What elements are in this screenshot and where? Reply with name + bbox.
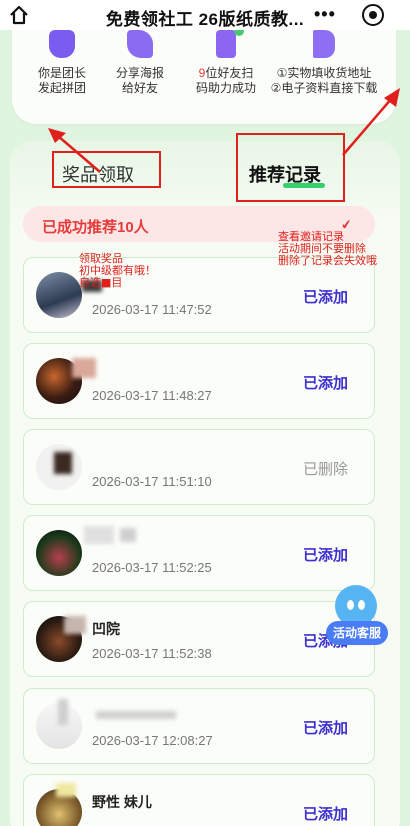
record-name: 凹院	[92, 621, 120, 637]
avatar	[36, 530, 82, 576]
record-item: 2026-03-17 11:52:25 已添加	[23, 515, 375, 591]
record-item: 野性 妹儿 已添加	[23, 774, 375, 826]
record-time: 2026-03-17 11:52:38	[92, 646, 212, 661]
avatar	[36, 272, 82, 318]
flag-icon	[313, 30, 335, 58]
customer-service-button[interactable]: 活动客服	[326, 585, 388, 647]
step-4: ①实物填收货地址 ②电子资料直接下载	[264, 22, 384, 96]
step-3-line2: 码助力成功	[195, 81, 256, 95]
record-item: 2026-03-17 11:47:52 已添加	[23, 257, 375, 333]
step-4-line1: ①实物填收货地址	[276, 66, 372, 80]
record-status: 已添加	[302, 289, 348, 306]
record-time: 2026-03-17 11:48:27	[92, 388, 212, 403]
annotation-note-right: 查看邀请记录 活动期间不要删除 删除了记录会失效哦	[278, 230, 377, 267]
record-item: 2026-03-17 11:51:10 已删除	[23, 429, 375, 505]
record-time: 2026-03-17 11:52:25	[92, 560, 212, 575]
annotation-note-left: 领取奖品 初中级都有哦！ 自选■目	[79, 252, 156, 289]
record-status: 已添加	[302, 547, 348, 564]
record-status: 已添加	[302, 806, 348, 823]
step-2-line2: 给好友	[121, 81, 158, 95]
step-4-line2: ②电子资料直接下载	[270, 81, 378, 95]
referral-count: 已成功推荐10人	[42, 219, 149, 236]
record-time: 2026-03-17 11:51:10	[92, 474, 212, 489]
nav-bar: 免费领社工 26版纸质教... •••	[0, 0, 410, 30]
step-3: 9位好友扫 码助力成功	[180, 22, 272, 96]
step-2-line1: 分享海报	[115, 66, 164, 80]
step-3-line1: 位好友扫	[205, 66, 254, 80]
record-status: 已添加	[302, 375, 348, 392]
phone-icon	[216, 26, 244, 58]
steps-card: 你是团长 发起拼团 分享海报 给好友 9位好友扫 码助力成功 ①实物填收货地址 …	[12, 22, 396, 124]
record-item: 凹院 2026-03-17 11:52:38 已添加	[23, 601, 375, 677]
annotation-box-records	[236, 133, 345, 202]
close-mini-program-icon[interactable]	[362, 4, 384, 26]
record-status: 已删除	[302, 461, 348, 478]
record-name: 野性 妹儿	[92, 794, 152, 810]
page-title: 免费领社工 26版纸质教...	[105, 10, 305, 29]
customer-service-label: 活动客服	[326, 621, 388, 645]
flag-icon	[49, 30, 75, 58]
more-menu-button[interactable]: •••	[314, 5, 336, 23]
record-time: 2026-03-17 12:08:27	[92, 733, 213, 748]
share-icon	[127, 30, 153, 58]
record-item: 2026-03-17 12:08:27 已添加	[23, 688, 375, 764]
record-time: 2026-03-17 11:47:52	[92, 302, 212, 317]
record-status: 已添加	[302, 720, 348, 737]
step-2: 分享海报 给好友	[94, 22, 186, 96]
record-item: 2026-03-17 11:48:27 已添加	[23, 343, 375, 419]
annotation-box-prizes	[52, 151, 161, 188]
